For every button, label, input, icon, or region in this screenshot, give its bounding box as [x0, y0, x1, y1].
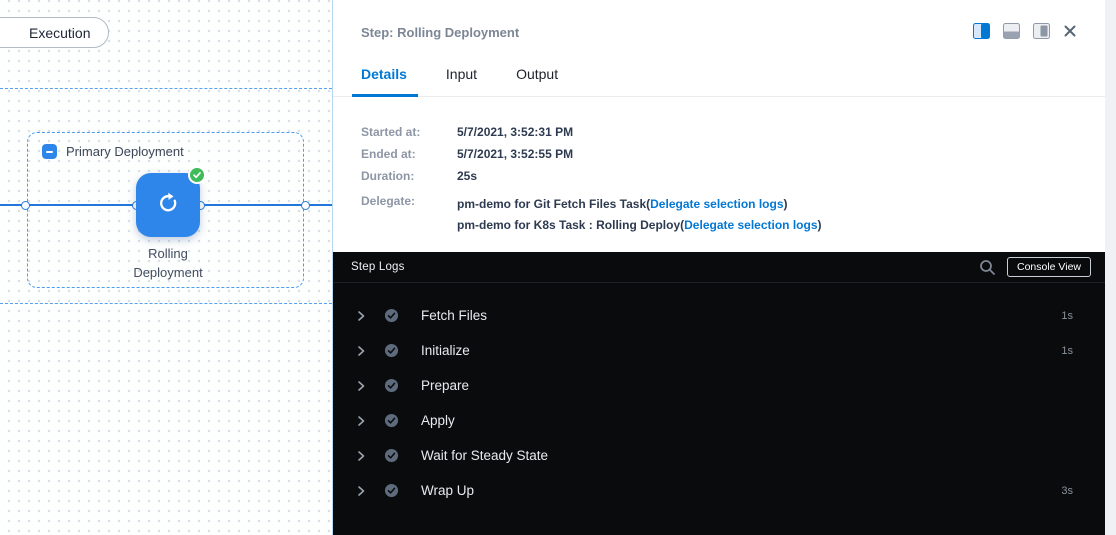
delegate-lines: pm-demo for Git Fetch Files Task(Delegat… [457, 194, 822, 236]
success-check-icon [188, 166, 206, 184]
step-success-check-icon [384, 413, 399, 428]
tab-details[interactable]: Details [361, 66, 407, 82]
log-step-row[interactable]: Apply [333, 403, 1105, 438]
delegate-selection-logs-link[interactable]: Delegate selection logs [650, 197, 783, 211]
delegate-row: Delegate: pm-demo for Git Fetch Files Ta… [361, 194, 822, 236]
log-step-name: Prepare [421, 378, 469, 393]
log-rows: Fetch Files 1s Initialize 1s [333, 283, 1105, 508]
log-step-row[interactable]: Prepare [333, 368, 1105, 403]
layout-right-panel-icon[interactable] [973, 23, 990, 44]
layout-bottom-panel-icon[interactable] [1003, 23, 1020, 44]
stage-boundary-bottom [0, 303, 332, 304]
log-step-name: Wrap Up [421, 483, 474, 498]
stage-boundary-top [0, 88, 332, 89]
chevron-right-icon[interactable] [355, 485, 367, 497]
step-details: Started at: 5/7/2021, 3:52:31 PM Ended a… [361, 124, 822, 236]
console-view-button[interactable]: Console View [1007, 257, 1091, 277]
detail-row: Started at: 5/7/2021, 3:52:31 PM [361, 124, 822, 140]
step-success-check-icon [384, 343, 399, 358]
step-success-check-icon [384, 308, 399, 323]
detail-value: 5/7/2021, 3:52:31 PM [457, 124, 573, 140]
chevron-right-icon[interactable] [355, 415, 367, 427]
search-icon[interactable] [979, 259, 996, 276]
execution-stage-label: Execution [29, 25, 90, 41]
layout-minimized-panel-icon[interactable] [1033, 23, 1050, 44]
log-step-name: Wait for Steady State [421, 448, 548, 463]
log-step-duration: 1s [1061, 345, 1073, 357]
rolling-deployment-node[interactable] [136, 173, 200, 237]
step-success-check-icon [384, 483, 399, 498]
detail-row: Duration: 25s [361, 168, 822, 184]
connector-port [301, 201, 310, 210]
step-logs-header: Step Logs Console View [333, 252, 1105, 283]
node-label: Rolling Deployment [96, 244, 240, 282]
delegate-line: pm-demo for Git Fetch Files Task(Delegat… [457, 194, 822, 215]
tab-output[interactable]: Output [516, 66, 558, 82]
log-step-name: Apply [421, 413, 455, 428]
log-step-row[interactable]: Initialize 1s [333, 333, 1105, 368]
step-success-check-icon [384, 448, 399, 463]
pipeline-execution-page: Execution Primary Deployment Rolli [0, 0, 1116, 535]
page-background-strip [1105, 0, 1116, 535]
chevron-right-icon[interactable] [355, 345, 367, 357]
refresh-icon [156, 191, 180, 220]
active-tab-underline [352, 94, 418, 97]
chevron-right-icon[interactable] [355, 380, 367, 392]
details-rows: Started at: 5/7/2021, 3:52:31 PM Ended a… [361, 124, 822, 184]
log-step-duration: 1s [1061, 310, 1073, 322]
detail-value: 25s [457, 168, 477, 184]
log-step-name: Fetch Files [421, 308, 487, 323]
log-step-row[interactable]: Fetch Files 1s [333, 298, 1105, 333]
chevron-right-icon[interactable] [355, 450, 367, 462]
step-logs-console: Step Logs Console View [333, 252, 1105, 535]
log-step-row[interactable]: Wait for Steady State [333, 438, 1105, 473]
connector-port [21, 201, 30, 210]
detail-label: Duration: [361, 168, 457, 184]
delegate-line: pm-demo for K8s Task : Rolling Deploy(De… [457, 215, 822, 236]
tab-separator [333, 96, 1106, 97]
step-success-check-icon [384, 378, 399, 393]
delegate-label: Delegate: [361, 194, 457, 236]
group-title: Primary Deployment [66, 144, 184, 159]
execution-stage-pill[interactable]: Execution [0, 17, 109, 48]
detail-label: Started at: [361, 124, 457, 140]
drawer-title: Step: Rolling Deployment [361, 25, 519, 40]
drawer-tabs: Details Input Output [361, 66, 558, 82]
detail-label: Ended at: [361, 146, 457, 162]
detail-row: Ended at: 5/7/2021, 3:52:55 PM [361, 146, 822, 162]
chevron-right-icon[interactable] [355, 310, 367, 322]
detail-value: 5/7/2021, 3:52:55 PM [457, 146, 573, 162]
step-details-drawer: Step: Rolling Deployment [332, 0, 1105, 535]
pipeline-canvas[interactable]: Execution Primary Deployment Rolli [0, 0, 332, 535]
collapse-group-checkbox[interactable] [42, 144, 57, 159]
close-icon[interactable] [1063, 24, 1077, 43]
log-step-row[interactable]: Wrap Up 3s [333, 473, 1105, 508]
step-logs-title: Step Logs [351, 261, 405, 273]
tab-input[interactable]: Input [446, 66, 477, 82]
log-step-name: Initialize [421, 343, 470, 358]
log-step-duration: 3s [1061, 485, 1073, 497]
delegate-selection-logs-link[interactable]: Delegate selection logs [684, 218, 817, 232]
